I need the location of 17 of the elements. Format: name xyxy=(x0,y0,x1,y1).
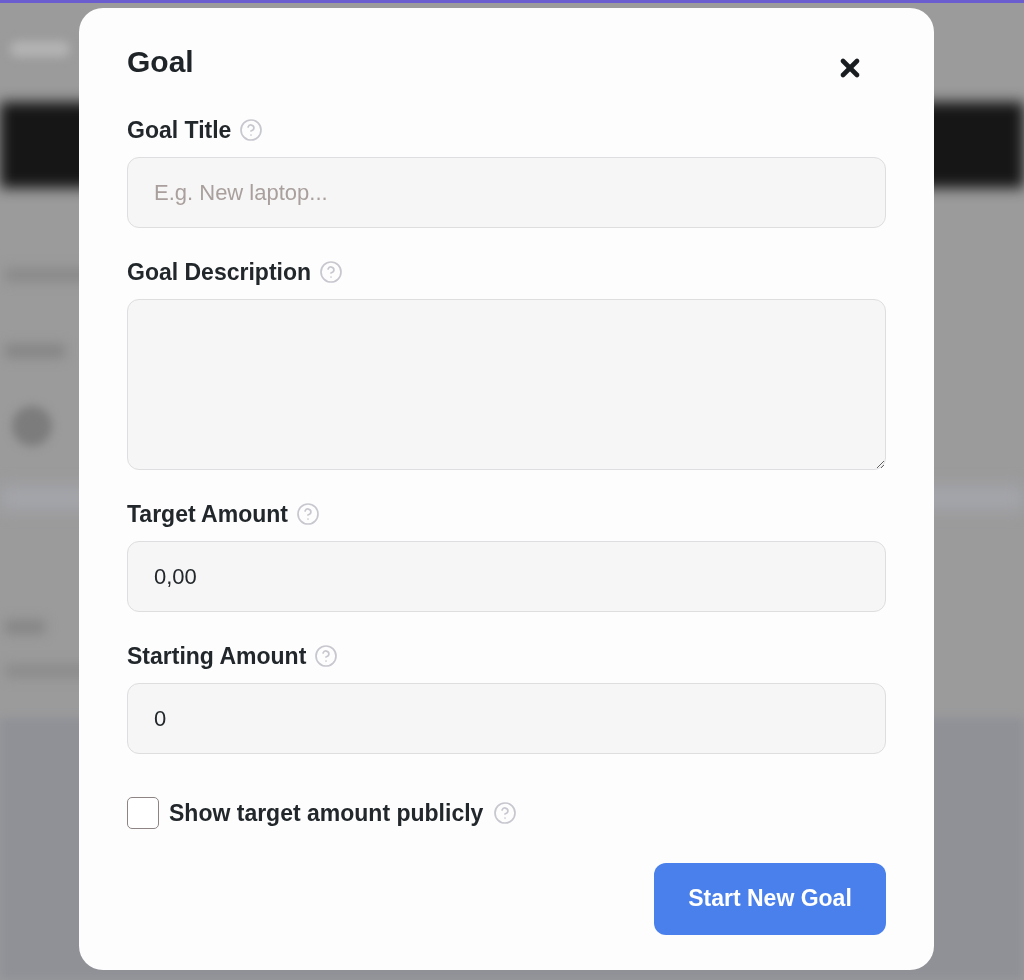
help-icon[interactable] xyxy=(239,118,264,142)
start-new-goal-button[interactable]: Start New Goal xyxy=(654,862,886,935)
field-label: Target Amount xyxy=(127,500,288,528)
text-input[interactable]: E.g. New laptop... xyxy=(127,157,886,228)
field-label: Goal Description xyxy=(127,258,312,286)
help-icon[interactable] xyxy=(493,801,518,826)
field-label: Goal Title xyxy=(127,116,232,144)
help-icon[interactable] xyxy=(314,644,339,668)
text-area[interactable] xyxy=(127,299,886,470)
dialog-title: Goal xyxy=(127,44,194,80)
field-label: Starting Amount xyxy=(127,642,307,670)
help-icon[interactable] xyxy=(296,502,320,526)
text-input[interactable]: 0,00 xyxy=(127,541,886,612)
checkbox[interactable] xyxy=(127,797,159,830)
checkbox-label: Show target amount publicly xyxy=(169,799,484,828)
help-icon[interactable] xyxy=(319,260,344,284)
text-input[interactable]: 0 xyxy=(127,683,886,754)
